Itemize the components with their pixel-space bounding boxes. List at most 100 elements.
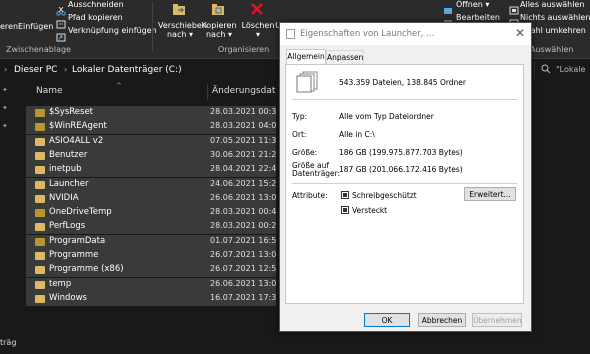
- file-row[interactable]: NVIDIA 26.06.2021 13:01: [26, 191, 276, 206]
- general-panel: 543.359 Dateien, 138.845 Ordner Typ: All…: [285, 64, 524, 304]
- file-date: 26.07.2021 13:00: [210, 250, 276, 259]
- multiple-files-icon: [296, 71, 320, 97]
- move-to-icon: [172, 2, 186, 21]
- file-row[interactable]: Benutzer 30.06.2021 21:23: [26, 148, 276, 163]
- folder-icon: [35, 266, 45, 275]
- delete-label: Löschen: [241, 21, 275, 30]
- file-name: temp: [49, 278, 72, 289]
- cancel-button[interactable]: Abbrechen: [418, 313, 466, 327]
- folder-icon: [35, 280, 45, 289]
- folder-icon: [35, 166, 45, 175]
- dialog-title: Eigenschaften von Launcher, ...: [300, 29, 435, 39]
- readonly-checkbox[interactable]: [341, 191, 349, 199]
- breadcrumb-this-pc[interactable]: Dieser PC: [14, 65, 57, 75]
- pin-icon[interactable]: ✦: [2, 104, 8, 112]
- paste-button[interactable]: Einfügen: [18, 22, 53, 32]
- folder-icon: [35, 294, 45, 303]
- sort-arrow-icon: ^: [116, 82, 122, 90]
- explorer-window: eren Einfügen Ausschneiden Pfad kopieren…: [0, 0, 590, 354]
- copy-to-icon: [211, 2, 225, 21]
- folder-icon: [35, 123, 45, 132]
- file-count-summary: 543.359 Dateien, 138.845 Ordner: [339, 78, 467, 87]
- paste-shortcut-button[interactable]: Verknüpfung einfügen: [68, 26, 157, 36]
- tab-customize[interactable]: Anpassen: [326, 50, 364, 64]
- hidden-checkbox[interactable]: [341, 206, 349, 214]
- tab-general[interactable]: Allgemein: [286, 49, 326, 65]
- pin-icon[interactable]: ✦: [2, 86, 8, 94]
- nav-item-partial-label[interactable]: träg: [0, 338, 16, 347]
- file-date: 16.07.2021 17:36: [210, 292, 276, 302]
- file-row[interactable]: inetpub 28.04.2021 22:40: [26, 163, 276, 178]
- file-name: Windows: [49, 292, 87, 303]
- location-value: Alle in C:\: [339, 130, 375, 139]
- copy-to-button[interactable]: Kopieren nach ▾: [199, 21, 239, 39]
- copy-to-line1: Kopieren: [201, 21, 237, 30]
- group-select-label: Auswählen: [530, 45, 574, 54]
- file-name: OneDriveTemp: [49, 207, 112, 218]
- file-name: NVIDIA: [49, 192, 79, 203]
- delete-button[interactable]: Löschen ▾: [241, 21, 275, 39]
- file-name: $SysReset: [49, 107, 94, 117]
- file-date: 30.06.2021 21:23: [210, 149, 276, 159]
- copy-path-icon: [56, 14, 66, 29]
- column-header-name[interactable]: Name: [36, 86, 63, 96]
- close-icon[interactable]: ✕: [515, 26, 525, 40]
- chevron-right-icon: ›: [64, 65, 68, 74]
- type-label: Typ:: [292, 112, 308, 121]
- paste-label-partial[interactable]: eren: [0, 22, 18, 32]
- file-row[interactable]: Programme 26.07.2021 13:00: [26, 249, 276, 263]
- open-button[interactable]: Öffnen ▾: [456, 0, 489, 10]
- file-row[interactable]: ASIO4ALL v2 07.05.2021 11:30: [26, 134, 276, 149]
- column-divider[interactable]: [207, 84, 208, 100]
- file-list: Name ^ Änderungsdatum $SysReset 28.03.202…: [26, 82, 276, 354]
- move-to-line2: nach: [166, 30, 187, 39]
- file-name: $WinREAgent: [49, 121, 107, 132]
- file-row[interactable]: $SysReset 28.03.2021 00:35: [26, 106, 276, 120]
- file-row[interactable]: temp 26.06.2021 13:03: [26, 277, 276, 292]
- file-name: Benutzer: [49, 149, 88, 160]
- file-row[interactable]: PerfLogs 28.03.2021 00:29: [26, 220, 276, 235]
- location-label: Ort:: [292, 130, 307, 139]
- column-header-date[interactable]: Änderungsdatum: [212, 86, 276, 96]
- ok-button[interactable]: OK: [364, 313, 410, 327]
- copy-path-button[interactable]: Pfad kopieren: [68, 13, 123, 23]
- file-row[interactable]: ProgramData 01.07.2021 16:52: [26, 234, 276, 249]
- hidden-label: Versteckt: [352, 206, 388, 215]
- file-row[interactable]: Launcher 24.06.2021 15:21: [26, 177, 276, 192]
- delete-icon: [250, 1, 264, 20]
- properties-dialog: Eigenschaften von Launcher, ... ✕ Allgem…: [279, 22, 532, 332]
- folder-icon: [35, 180, 45, 189]
- attributes-label: Attribute:: [292, 191, 328, 200]
- group-organize-label: Organisieren: [218, 45, 270, 54]
- file-row[interactable]: Programme (x86) 26.07.2021 12:57: [26, 263, 276, 278]
- dialog-title-bar[interactable]: Eigenschaften von Launcher, ... ✕: [280, 23, 531, 45]
- cut-button[interactable]: Ausschneiden: [68, 0, 124, 10]
- size-value: 186 GB (199.975.877.703 Bytes): [339, 148, 463, 157]
- apply-button[interactable]: Übernehmen: [472, 313, 522, 327]
- file-row[interactable]: $WinREAgent 28.03.2021 04:05: [26, 120, 276, 135]
- file-row[interactable]: Windows 16.07.2021 17:36: [26, 291, 276, 306]
- search-box[interactable]: "Lokale: [534, 61, 590, 79]
- folder-icon: [35, 137, 45, 146]
- file-name: inetpub: [49, 164, 82, 175]
- folder-icon: [35, 223, 45, 232]
- pin-icon[interactable]: ✦: [2, 122, 8, 130]
- file-date: 28.03.2021 00:48: [210, 207, 276, 217]
- file-date: 26.06.2021 13:01: [210, 192, 276, 202]
- separator: [292, 99, 517, 100]
- folder-icon: [35, 252, 45, 260]
- file-row[interactable]: OneDriveTemp 28.03.2021 00:48: [26, 206, 276, 221]
- breadcrumb-drive-c[interactable]: Lokaler Datenträger (C:): [72, 65, 182, 75]
- select-all-button[interactable]: Alles auswählen: [520, 0, 584, 10]
- move-to-button[interactable]: Verschieben nach ▾: [158, 21, 207, 39]
- file-name: Programme (x86): [49, 264, 124, 275]
- folder-icon: [35, 194, 45, 203]
- file-date: 07.05.2021 11:30: [210, 135, 276, 145]
- search-placeholder: "Lokale: [556, 65, 586, 74]
- advanced-button[interactable]: Erweitert...: [464, 187, 516, 201]
- size-on-disk-label-2: Datenträger:: [292, 169, 341, 178]
- separator: [292, 183, 517, 184]
- file-date: 28.03.2021 04:05: [210, 121, 276, 131]
- folder-icon: [35, 109, 45, 117]
- file-name: PerfLogs: [49, 221, 86, 232]
